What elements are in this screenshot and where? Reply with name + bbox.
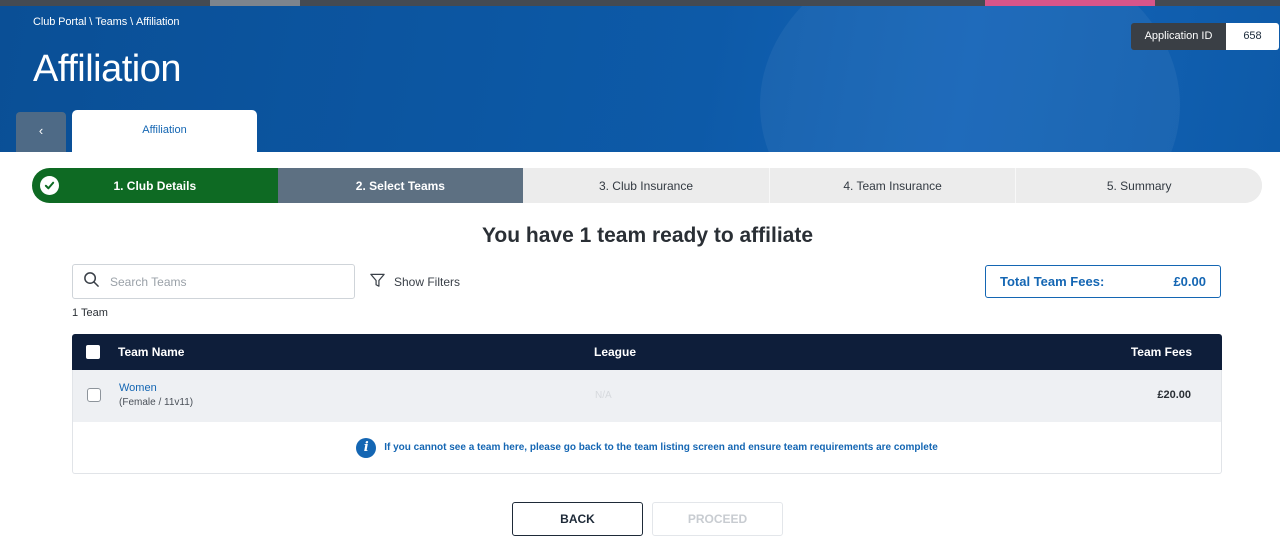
team-details: (Female / 11v11) <box>119 397 194 408</box>
table-row: Women (Female / 11v11) N/A £20.00 <box>72 370 1222 422</box>
breadcrumb: Club Portal \ Teams \ Affiliation <box>33 16 179 28</box>
application-id-value: 658 <box>1226 23 1279 50</box>
back-tab-button[interactable]: ‹ <box>16 112 66 152</box>
total-fees-value: £0.00 <box>1173 274 1206 289</box>
column-team-fees: Team Fees <box>1130 345 1192 359</box>
step-label: 1. Club Details <box>113 178 197 193</box>
step-label: 5. Summary <box>1106 178 1172 193</box>
breadcrumb-affiliation: Affiliation <box>136 16 180 28</box>
step-label: 2. Select Teams <box>355 178 445 193</box>
top-strip-accent <box>985 0 1155 6</box>
breadcrumb-club-portal[interactable]: Club Portal <box>33 16 86 28</box>
team-name-link[interactable]: Women <box>119 382 157 394</box>
application-id-label: Application ID <box>1131 23 1226 50</box>
team-count: 1 Team <box>72 307 108 319</box>
column-league: League <box>594 345 637 359</box>
chevron-left-icon: ‹ <box>38 123 44 138</box>
info-text: If you cannot see a team here, please go… <box>384 442 938 453</box>
info-icon: i <box>356 437 377 458</box>
tab-affiliation[interactable]: Affiliation <box>72 110 257 152</box>
step-team-insurance: 4. Team Insurance <box>768 168 1016 203</box>
breadcrumb-separator: \ <box>130 16 134 28</box>
info-message: i If you cannot see a team here, please … <box>72 422 1222 474</box>
row-checkbox[interactable] <box>87 388 101 402</box>
progress-stepper: 1. Club Details 2. Select Teams 3. Club … <box>32 168 1262 203</box>
application-id-badge: Application ID 658 <box>1131 23 1279 50</box>
top-strip <box>0 0 1280 6</box>
top-strip-segment <box>210 0 300 6</box>
show-filters-label: Show Filters <box>394 275 461 289</box>
team-league: N/A <box>595 390 612 401</box>
step-label: 3. Club Insurance <box>598 178 694 193</box>
back-button[interactable]: BACK <box>512 502 643 536</box>
select-all-checkbox[interactable] <box>86 345 100 359</box>
header-decoration <box>760 0 1180 152</box>
page-header: Club Portal \ Teams \ Affiliation Affili… <box>0 0 1280 152</box>
step-select-teams[interactable]: 2. Select Teams <box>277 168 524 203</box>
step-label: 4. Team Insurance <box>843 178 942 193</box>
total-team-fees: Total Team Fees: £0.00 <box>985 265 1221 298</box>
breadcrumb-teams[interactable]: Teams <box>95 16 127 28</box>
step-club-details[interactable]: 1. Club Details <box>32 168 278 203</box>
ready-headline: You have 1 team ready to affiliate <box>481 224 814 247</box>
search-icon <box>83 271 100 293</box>
breadcrumb-separator: \ <box>89 16 93 28</box>
table-header: Team Name League Team Fees <box>72 334 1222 370</box>
team-fee: £20.00 <box>1157 389 1191 401</box>
total-fees-label: Total Team Fees: <box>1000 274 1105 289</box>
step-club-insurance: 3. Club Insurance <box>523 168 769 203</box>
search-input[interactable] <box>110 274 330 289</box>
check-icon <box>40 176 59 195</box>
search-box[interactable] <box>72 264 355 299</box>
page-title: Affiliation <box>33 48 182 90</box>
filter-icon <box>369 272 386 292</box>
show-filters-button[interactable]: Show Filters <box>369 272 460 292</box>
step-summary: 5. Summary <box>1015 168 1262 203</box>
column-team-name: Team Name <box>118 345 185 359</box>
proceed-button[interactable]: PROCEED <box>652 502 783 536</box>
teams-table: Team Name League Team Fees Women (Female… <box>72 334 1222 474</box>
